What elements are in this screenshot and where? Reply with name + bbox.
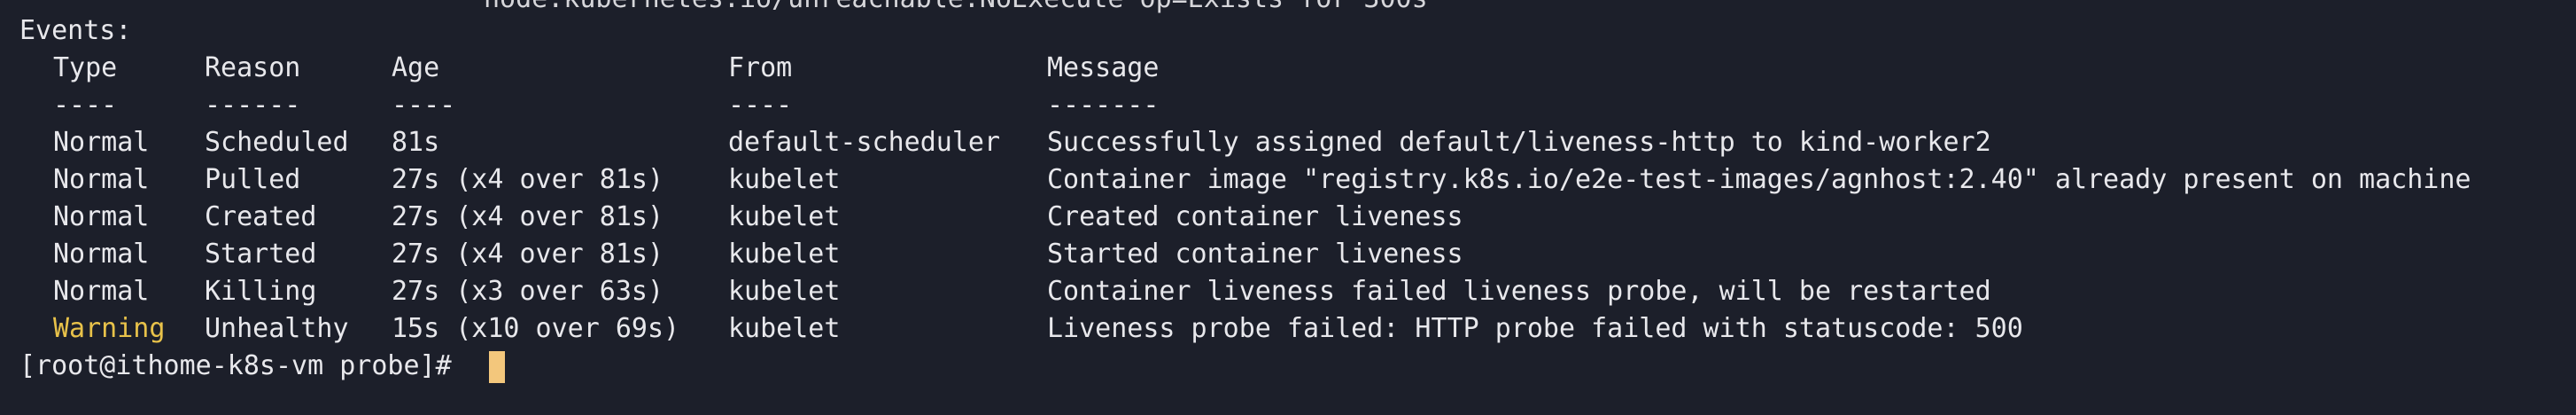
event-reason: Scheduled [205, 127, 349, 158]
header-message: Message [1047, 52, 1160, 83]
event-message: Created container liveness [1047, 201, 1463, 232]
event-row-warning: Warning Unhealthy 15s (x10 over 69s) kub… [19, 310, 2023, 348]
event-type: Normal [53, 164, 150, 195]
event-row: Normal Created 27s (x4 over 81s) kubelet… [19, 199, 1463, 236]
event-message: Started container liveness [1047, 239, 1463, 270]
event-from: kubelet [728, 239, 841, 270]
event-from: kubelet [728, 201, 841, 232]
event-type: Normal [53, 276, 150, 307]
event-type: Normal [53, 201, 150, 232]
events-heading: Events: [19, 15, 132, 46]
event-age: 27s (x4 over 81s) [392, 164, 664, 195]
events-separator-row: ---- ------ ---- ---- ------- [19, 87, 1159, 124]
terminal-window[interactable]: node.kubernetes.io/unreachable:NoExecute… [0, 0, 2576, 415]
event-row: Normal Started 27s (x4 over 81s) kubelet… [19, 236, 1463, 273]
header-from: From [728, 52, 793, 83]
event-reason: Pulled [205, 164, 301, 195]
event-row: Normal Scheduled 81s default-scheduler S… [19, 124, 1991, 161]
separator-from: ---- [728, 90, 793, 121]
event-reason: Killing [205, 276, 317, 307]
header-reason: Reason [205, 52, 301, 83]
separator-reason: ------ [205, 90, 301, 121]
shell-prompt-line[interactable]: [root@ithome-k8s-vm probe]# [19, 348, 505, 385]
event-from: kubelet [728, 164, 841, 195]
header-age: Age [392, 52, 440, 83]
event-age: 27s (x4 over 81s) [392, 201, 664, 232]
event-age: 81s [392, 127, 440, 158]
partial-output-line: node.kubernetes.io/unreachable:NoExecute… [484, 0, 1428, 18]
event-reason: Created [205, 201, 317, 232]
event-reason: Unhealthy [205, 313, 349, 344]
text-cursor[interactable] [489, 351, 505, 383]
header-type: Type [53, 52, 118, 83]
event-age: 27s (x3 over 63s) [392, 276, 664, 307]
event-from: default-scheduler [728, 127, 1001, 158]
separator-message: ------- [1047, 90, 1160, 121]
event-from: kubelet [728, 313, 841, 344]
events-header-row: Type Reason Age From Message [19, 50, 1159, 87]
event-message: Container image "registry.k8s.io/e2e-tes… [1047, 164, 2471, 195]
event-age: 15s (x10 over 69s) [392, 313, 680, 344]
event-age: 27s (x4 over 81s) [392, 239, 664, 270]
event-message: Container liveness failed liveness probe… [1047, 276, 1991, 307]
event-reason: Started [205, 239, 317, 270]
separator-age: ---- [392, 90, 456, 121]
event-from: kubelet [728, 276, 841, 307]
separator-type: ---- [53, 90, 118, 121]
event-type-warning: Warning [53, 313, 166, 344]
event-type: Normal [53, 127, 150, 158]
event-type: Normal [53, 239, 150, 270]
event-message: Successfully assigned default/liveness-h… [1047, 127, 1991, 158]
event-row: Normal Pulled 27s (x4 over 81s) kubelet … [19, 161, 2471, 199]
event-message: Liveness probe failed: HTTP probe failed… [1047, 313, 2023, 344]
event-row: Normal Killing 27s (x3 over 63s) kubelet… [19, 273, 1991, 310]
shell-prompt: [root@ithome-k8s-vm probe]# [19, 350, 452, 381]
